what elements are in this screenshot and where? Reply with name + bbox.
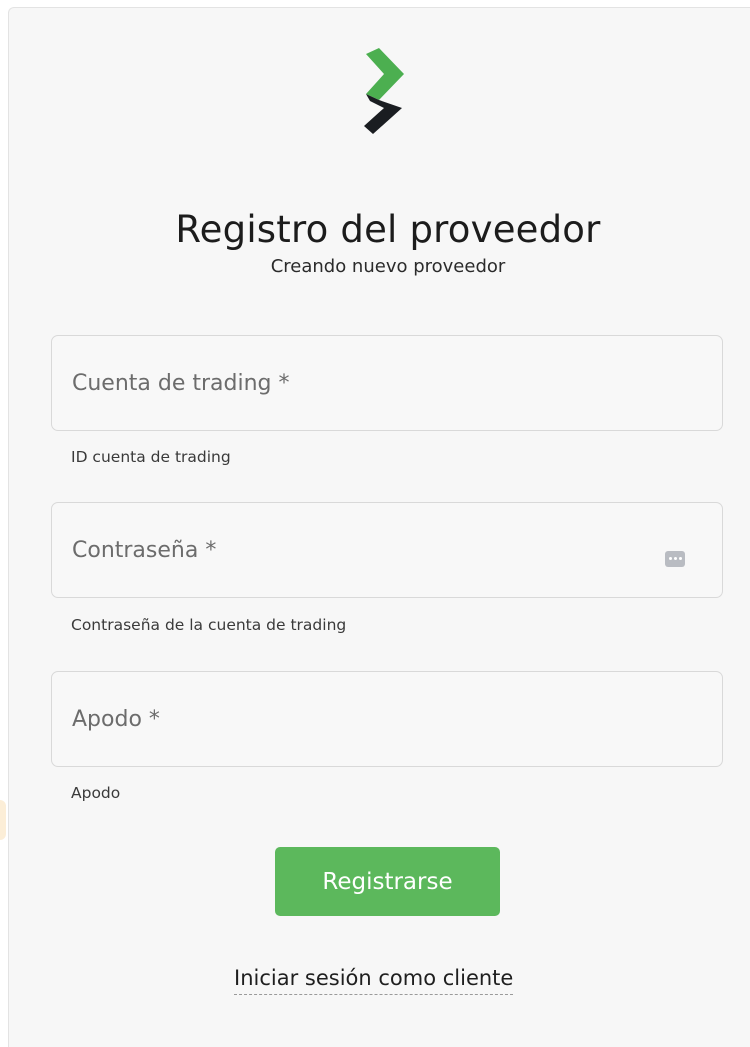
trading-account-field[interactable] [51,335,723,431]
page-subtitle: Creando nuevo proveedor [270,256,506,277]
password-helper: Contraseña de la cuenta de trading [71,616,347,634]
password-field[interactable] [51,502,723,598]
page-title: Registro del proveedor [175,207,601,251]
trading-account-input[interactable] [52,336,722,430]
brand-logo-icon [364,48,404,134]
nickname-field[interactable] [51,671,723,767]
password-input[interactable] [52,503,722,597]
password-manager-icon[interactable] [665,551,685,567]
nickname-input[interactable] [52,672,722,766]
nickname-helper: Apodo [71,784,121,802]
edge-decoration [0,800,6,840]
client-login-link[interactable]: Iniciar sesión como cliente [234,966,514,995]
register-button[interactable]: Registrarse [275,847,500,916]
trading-account-helper: ID cuenta de trading [71,448,231,466]
